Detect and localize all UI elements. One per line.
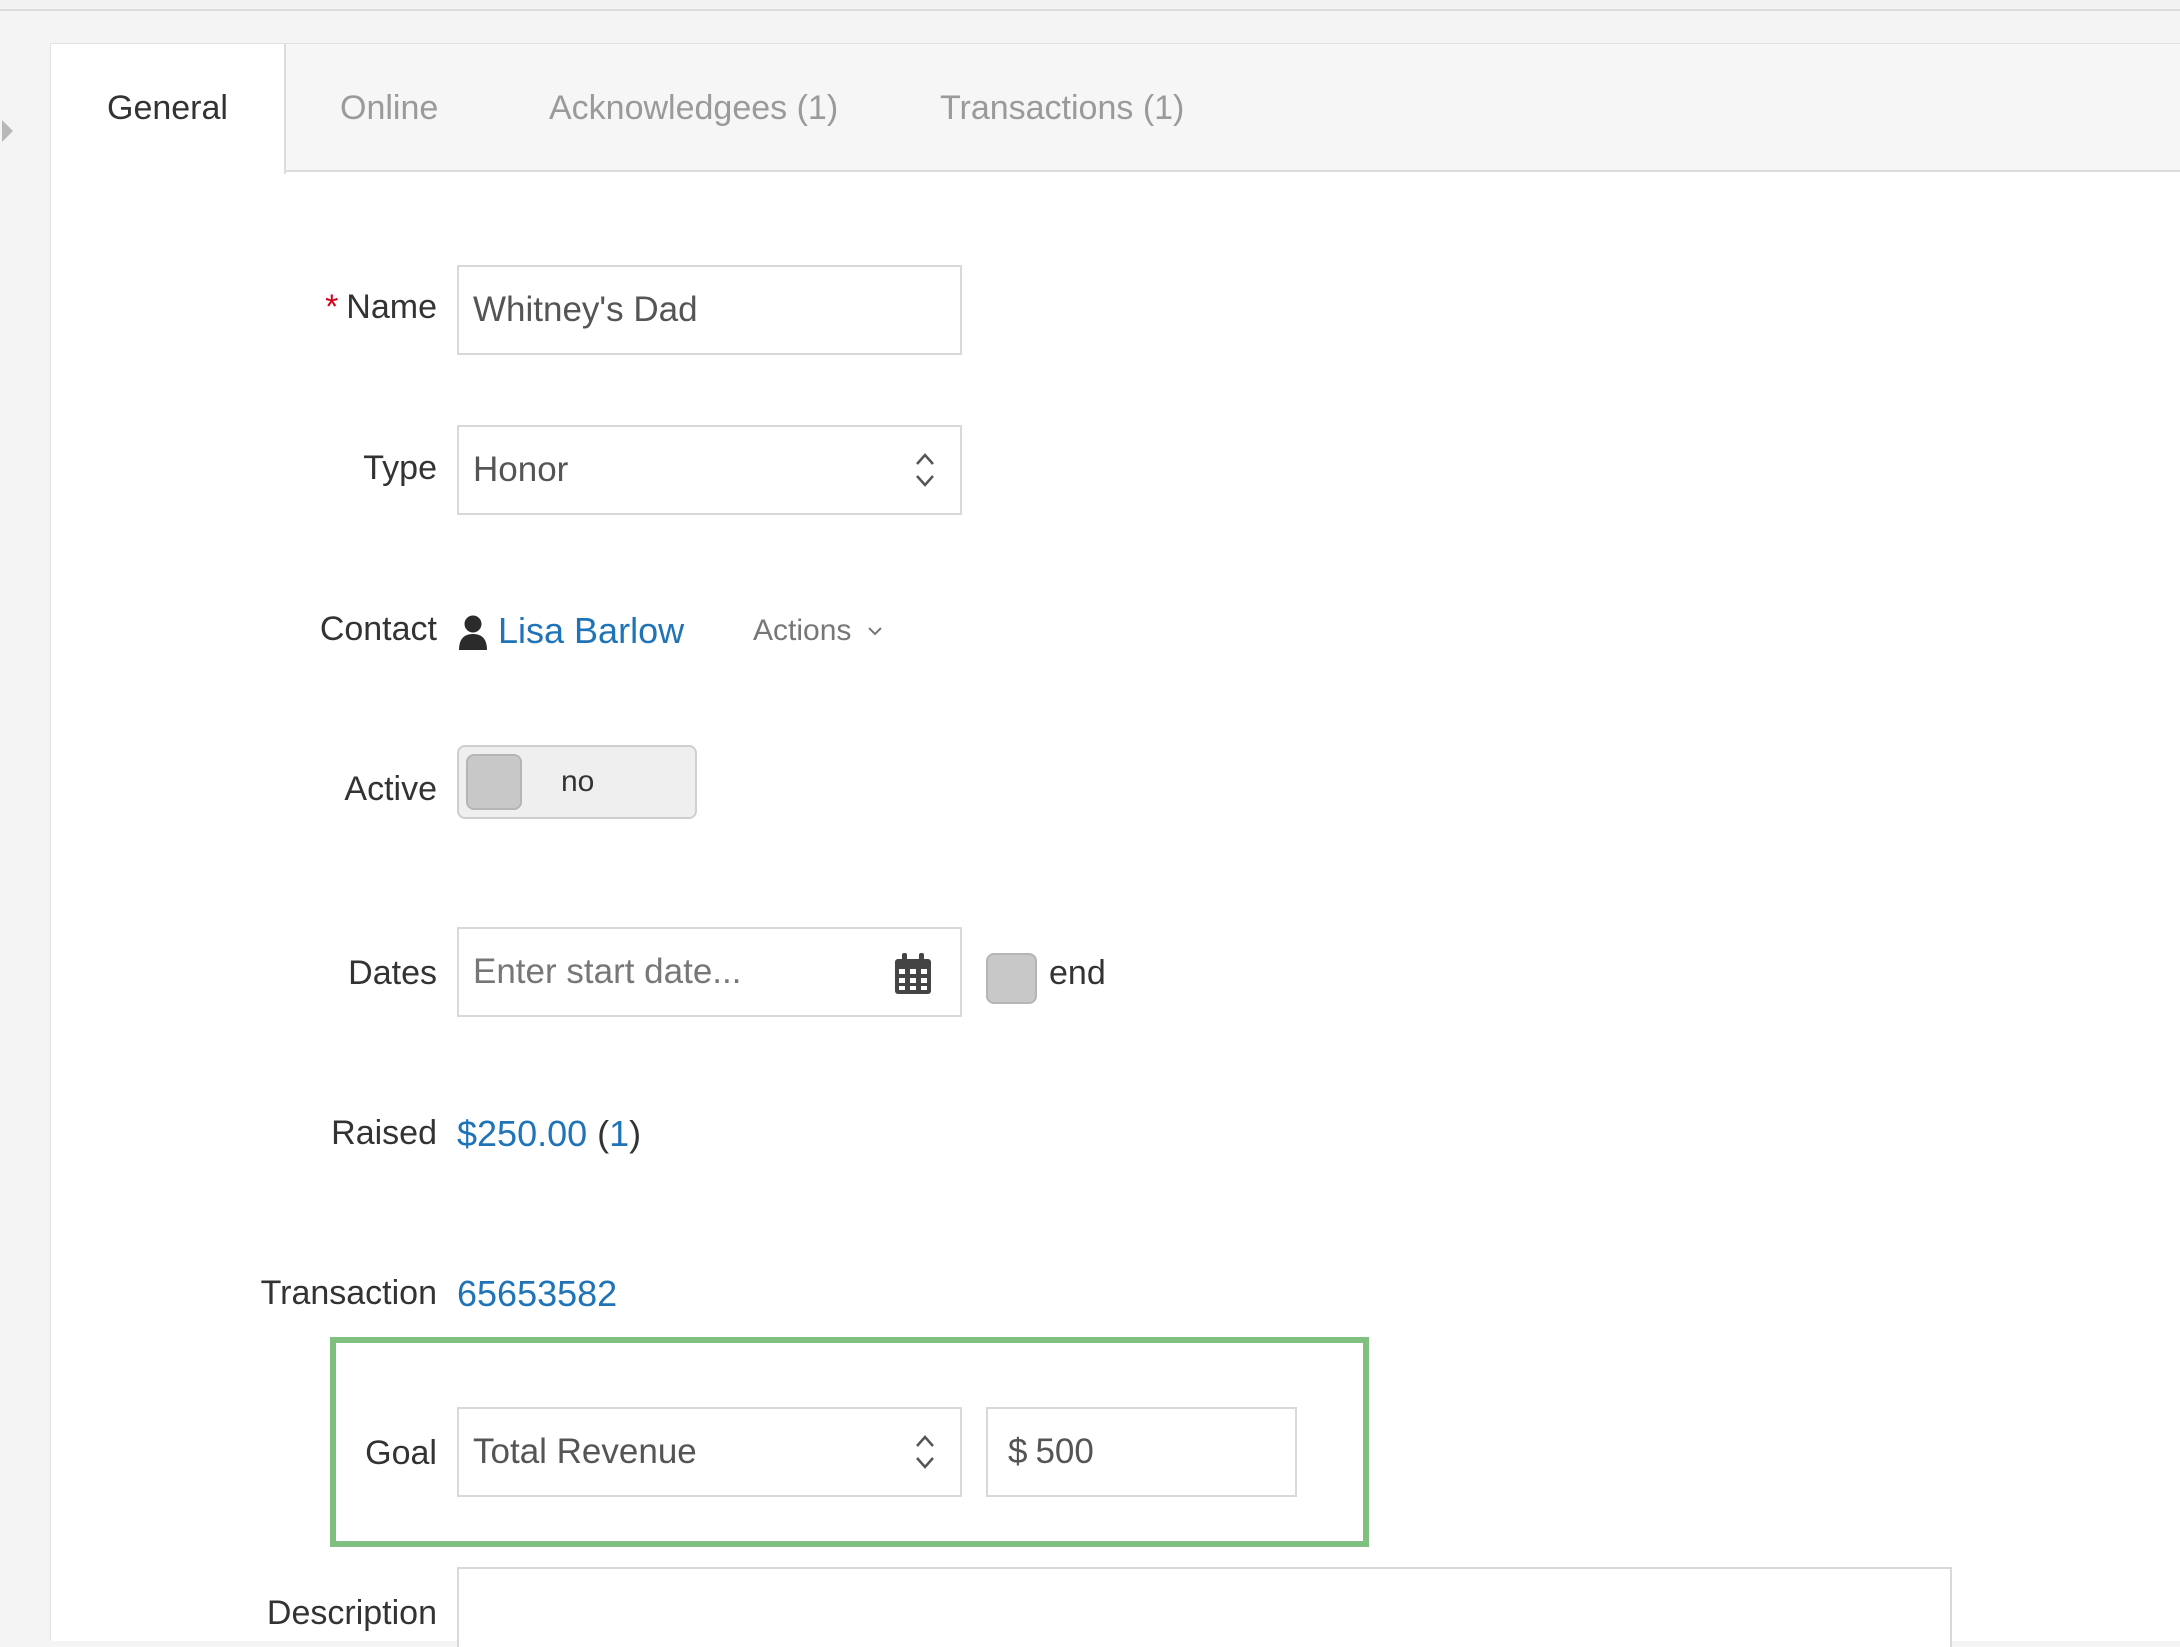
- actions-dropdown[interactable]: Actions: [753, 614, 883, 648]
- raised-amount-link[interactable]: $250.00: [457, 1113, 587, 1154]
- dates-label: Dates: [348, 954, 437, 992]
- person-icon: [459, 615, 487, 650]
- goal-label: Goal: [365, 1434, 437, 1472]
- goal-type-select[interactable]: Total Revenue: [457, 1407, 962, 1497]
- sidebar-expand-arrow-icon[interactable]: [2, 120, 13, 142]
- chevron-down-icon: [868, 627, 883, 636]
- contact-link[interactable]: Lisa Barlow: [498, 610, 684, 652]
- tab-acknowledgees[interactable]: Acknowledgees (1): [549, 44, 838, 172]
- end-label: end: [1049, 954, 1106, 992]
- toggle-knob: [466, 754, 522, 810]
- description-textarea[interactable]: [457, 1567, 1952, 1647]
- transaction-label: Transaction: [260, 1274, 437, 1312]
- select-updown-icon: [916, 453, 934, 487]
- start-date-input[interactable]: Enter start date...: [457, 927, 962, 1017]
- type-label: Type: [363, 449, 437, 487]
- raised-label: Raised: [331, 1114, 437, 1152]
- name-label: * Name: [325, 288, 437, 326]
- raised-count-link[interactable]: 1: [609, 1113, 629, 1154]
- toggle-state-text: no: [561, 765, 595, 798]
- contact-label: Contact: [319, 610, 437, 648]
- description-label: Description: [266, 1594, 437, 1632]
- tab-bar: General Online Acknowledgees (1) Transac…: [51, 44, 2180, 174]
- transaction-link[interactable]: 65653582: [457, 1273, 617, 1315]
- currency-symbol: $: [1008, 1432, 1028, 1471]
- name-input[interactable]: Whitney's Dad: [457, 265, 962, 355]
- goal-amount-input[interactable]: $500: [986, 1407, 1297, 1497]
- tab-general[interactable]: General: [51, 44, 286, 174]
- raised-value: $250.00 (1): [457, 1113, 642, 1154]
- calendar-icon[interactable]: [894, 953, 932, 995]
- type-select[interactable]: Honor: [457, 425, 962, 515]
- end-date-checkbox[interactable]: [986, 953, 1037, 1004]
- top-bar: [0, 0, 2180, 11]
- select-updown-icon: [916, 1435, 934, 1469]
- active-toggle[interactable]: no: [457, 745, 697, 819]
- active-label: Active: [344, 770, 437, 808]
- tab-transactions[interactable]: Transactions (1): [940, 44, 1184, 172]
- tab-online[interactable]: Online: [340, 44, 438, 172]
- required-asterisk: *: [325, 288, 339, 326]
